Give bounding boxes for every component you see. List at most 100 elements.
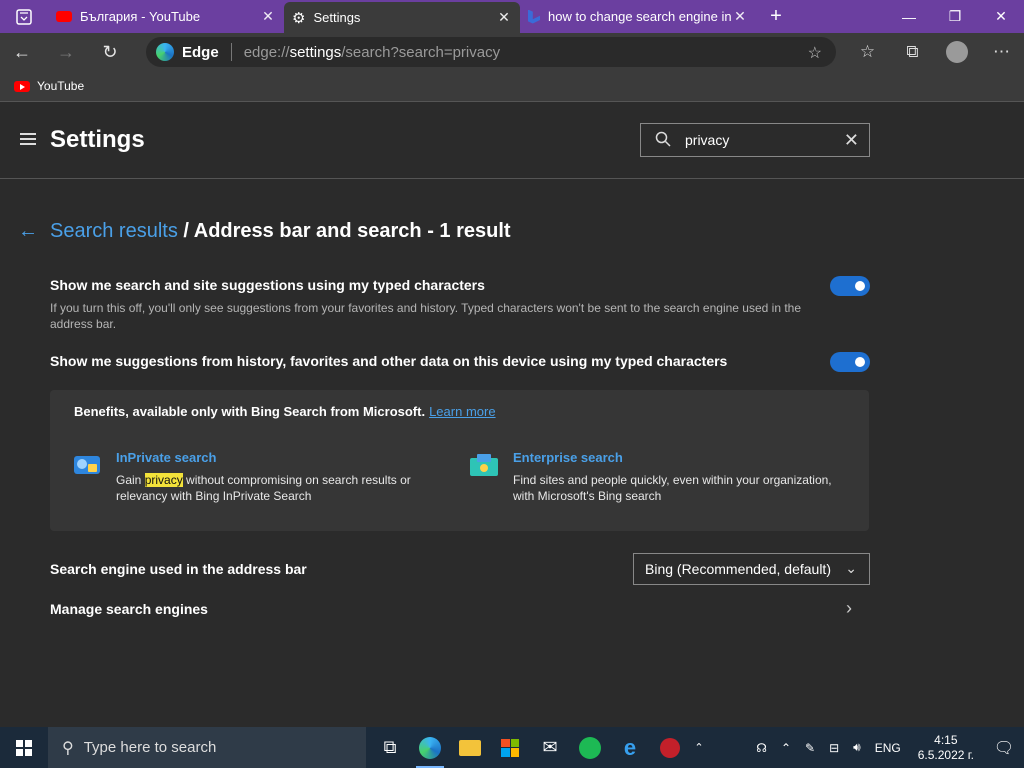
- mail-button[interactable]: ✉: [530, 727, 570, 768]
- chevron-right-icon[interactable]: ›: [846, 598, 852, 619]
- tab-actions-button[interactable]: [0, 0, 48, 33]
- collections-button[interactable]: ⧉: [890, 33, 935, 71]
- store-icon: [501, 738, 519, 757]
- window-controls: — ❐ ✕: [886, 0, 1024, 33]
- show-hidden-icons-icon[interactable]: ⌃: [781, 741, 791, 755]
- store-button[interactable]: [490, 727, 530, 768]
- taskbar-search-input[interactable]: ⚲ Type here to search: [48, 727, 366, 768]
- history-suggestions-toggle[interactable]: [830, 352, 870, 372]
- people-icon[interactable]: ☊: [756, 741, 767, 755]
- start-button[interactable]: [0, 727, 48, 768]
- spotify-icon: [579, 736, 601, 759]
- settings-search-input[interactable]: privacy ✕: [640, 123, 870, 157]
- edge-icon: [419, 736, 441, 759]
- back-arrow-icon[interactable]: ←: [18, 220, 38, 243]
- tab-search[interactable]: how to change search engine in ✕: [520, 0, 756, 33]
- desc-pre: Gain: [116, 473, 145, 487]
- windows-logo-icon: [16, 739, 32, 756]
- search-icon: [655, 131, 671, 150]
- back-button[interactable]: ←: [0, 33, 44, 71]
- breadcrumb: Search results / Address bar and search …: [50, 220, 511, 243]
- browser-toolbar: ← → ↻ Edge edge://settings/search?search…: [0, 33, 1024, 71]
- bing-icon: [528, 9, 540, 24]
- refresh-button[interactable]: ↻: [88, 33, 132, 71]
- close-window-button[interactable]: ✕: [978, 0, 1024, 33]
- forward-button[interactable]: →: [44, 33, 88, 71]
- file-explorer-button[interactable]: [450, 727, 490, 768]
- favorites-button[interactable]: ☆: [845, 33, 890, 71]
- search-highlight: privacy: [144, 473, 183, 487]
- pen-icon[interactable]: ✎: [805, 741, 815, 755]
- search-query: privacy: [685, 132, 730, 148]
- tab-title: how to change search engine in: [548, 9, 732, 24]
- tab-youtube[interactable]: България - YouTube ✕: [48, 0, 284, 33]
- favorite-youtube-link[interactable]: YouTube: [37, 79, 84, 93]
- tab-close-button[interactable]: ✕: [732, 8, 748, 25]
- feature-title[interactable]: Enterprise search: [513, 450, 623, 465]
- bing-benefits-card: Benefits, available only with Bing Searc…: [50, 390, 869, 531]
- address-bar[interactable]: Edge edge://settings/search?search=priva…: [146, 37, 836, 67]
- address-brand: Edge: [182, 43, 219, 61]
- settings-header: Settings privacy ✕: [0, 103, 1024, 179]
- chevron-updown-icon: ⌃: [694, 742, 704, 754]
- feature-description: Find sites and people quickly, even with…: [513, 473, 832, 503]
- volume-icon[interactable]: 🔊︎: [853, 740, 861, 755]
- notifications-icon[interactable]: 🗨︎: [984, 738, 1024, 758]
- minimize-button[interactable]: —: [886, 0, 932, 33]
- app-button[interactable]: [650, 727, 690, 768]
- search-engine-value: Bing (Recommended, default): [645, 561, 831, 577]
- clock-date: 6.5.2022 г.: [917, 747, 974, 762]
- gear-icon: ⚙: [292, 9, 306, 27]
- card-title: Benefits, available only with Bing Searc…: [74, 404, 496, 419]
- language-indicator[interactable]: ENG: [875, 741, 901, 755]
- favorites-bar: YouTube: [0, 71, 1024, 102]
- tab-settings[interactable]: ⚙ Settings ✕: [284, 2, 520, 33]
- url-prefix: edge://: [243, 43, 290, 61]
- hamburger-menu-icon[interactable]: [20, 133, 36, 148]
- clock[interactable]: 4:15 6.5.2022 г.: [918, 733, 974, 763]
- network-icon[interactable]: ⊟: [829, 741, 839, 755]
- tab-close-button[interactable]: ✕: [260, 8, 276, 25]
- clear-search-icon[interactable]: ✕: [844, 130, 859, 151]
- inprivate-search-icon: [74, 456, 100, 474]
- setting-title: Show me search and site suggestions usin…: [50, 277, 485, 293]
- manage-search-engines-link[interactable]: Manage search engines: [50, 601, 208, 617]
- card-title-text: Benefits, available only with Bing Searc…: [74, 404, 426, 419]
- tab-close-button[interactable]: ✕: [496, 9, 512, 26]
- taskbar: ⚲ Type here to search ⧉ ✉ e ⌃ ☊ ⌃ ✎ ⊟ 🔊︎…: [0, 727, 1024, 768]
- scroll-apps-button[interactable]: ⌃: [690, 727, 708, 768]
- tab-title: България - YouTube: [80, 9, 201, 24]
- ie-icon: e: [623, 734, 637, 760]
- edge-logo-icon: [156, 43, 174, 61]
- search-engine-select[interactable]: Bing (Recommended, default) ⌄: [633, 553, 870, 585]
- breadcrumb-current: / Address bar and search - 1 result: [177, 220, 511, 242]
- enterprise-search-icon: [470, 454, 498, 476]
- url-rest: /search?search=privacy: [341, 43, 501, 61]
- mail-icon: ✉: [542, 737, 558, 757]
- spotify-button[interactable]: [570, 727, 610, 768]
- more-menu-button[interactable]: ⋯: [979, 33, 1024, 71]
- profile-avatar[interactable]: [946, 41, 968, 63]
- task-view-button[interactable]: ⧉: [370, 727, 410, 768]
- feature-title[interactable]: InPrivate search: [116, 450, 216, 465]
- setting-title: Show me suggestions from history, favori…: [50, 353, 728, 369]
- settings-content: ← Search results / Address bar and searc…: [0, 180, 1024, 726]
- search-engine-label: Search engine used in the address bar: [50, 561, 307, 577]
- tab-strip: България - YouTube ✕ ⚙ Settings ✕ how to…: [0, 0, 1024, 33]
- edge-taskbar-button[interactable]: [410, 727, 450, 768]
- suggestions-toggle[interactable]: [830, 276, 870, 296]
- new-tab-button[interactable]: +: [756, 0, 796, 33]
- clock-time: 4:15: [934, 732, 958, 747]
- taskbar-search-placeholder: Type here to search: [83, 739, 217, 756]
- favorites-icon: ☆: [859, 42, 876, 61]
- add-favorite-icon[interactable]: ☆: [808, 43, 822, 63]
- learn-more-link[interactable]: Learn more: [429, 404, 495, 419]
- refresh-icon: ↻: [102, 41, 118, 62]
- arrow-left-icon: ←: [13, 41, 31, 62]
- tab-actions-icon: [16, 8, 32, 25]
- collections-icon: ⧉: [906, 42, 919, 61]
- restore-button[interactable]: ❐: [932, 0, 978, 33]
- folder-icon: [459, 739, 481, 756]
- internet-explorer-button[interactable]: e: [610, 727, 650, 768]
- breadcrumb-search-results-link[interactable]: Search results: [50, 220, 178, 242]
